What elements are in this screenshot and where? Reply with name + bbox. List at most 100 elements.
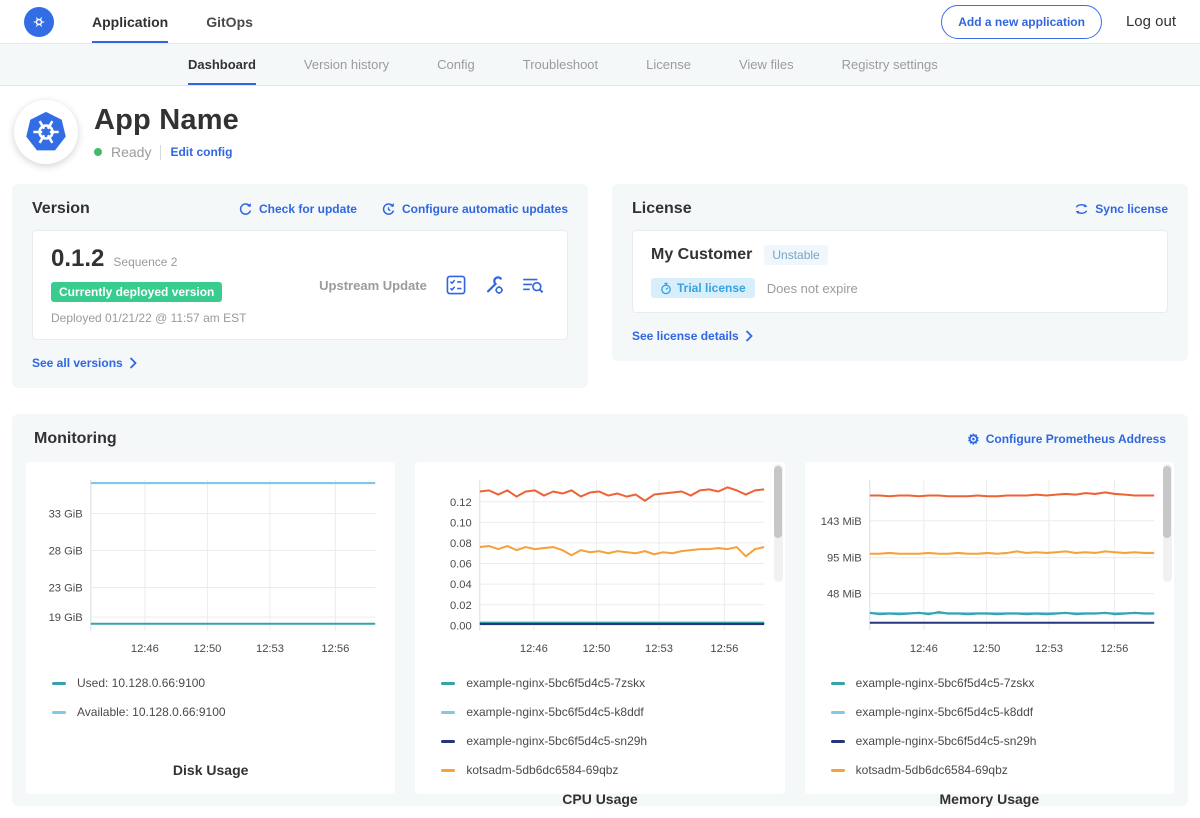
legend-item[interactable]: kotsadm-5db6dc6584-69qbz <box>831 756 1162 785</box>
legend-label: example-nginx-5bc6f5d4c5-sn29h <box>856 734 1037 748</box>
version-panel-head: Version Check for update Configure au <box>32 200 568 218</box>
svg-text:143 MiB: 143 MiB <box>820 516 861 528</box>
tab-troubleshoot[interactable]: Troubleshoot <box>523 44 598 85</box>
svg-text:12:56: 12:56 <box>321 643 349 655</box>
legend-item[interactable]: example-nginx-5bc6f5d4c5-7zskx <box>831 669 1162 698</box>
svg-text:48 MiB: 48 MiB <box>827 589 862 601</box>
cpu-usage-chart: 0.120.100.080.060.040.020.0012:4612:5012… <box>427 472 772 661</box>
kubernetes-logo-icon[interactable] <box>24 7 54 37</box>
legend-item[interactable]: example-nginx-5bc6f5d4c5-k8ddf <box>831 698 1162 727</box>
memory-usage-chart-card: 143 MiB95 MiB48 MiB12:4612:5012:5312:56 … <box>805 462 1174 794</box>
legend-item[interactable]: example-nginx-5bc6f5d4c5-sn29h <box>831 727 1162 756</box>
svg-text:12:53: 12:53 <box>645 643 673 655</box>
app-status-row: Ready Edit config <box>94 144 239 160</box>
tab-view-files[interactable]: View files <box>739 44 794 85</box>
memory-usage-chart: 143 MiB 95 MiB 48 MiB 12:46 12:50 12:53 12:56 <box>817 472 1162 661</box>
tab-license[interactable]: License <box>646 44 691 85</box>
cards-row: Version Check for update Configure au <box>0 184 1200 388</box>
version-panel: Version Check for update Configure au <box>12 184 588 388</box>
configure-prometheus-link[interactable]: ⚙ Configure Prometheus Address <box>967 432 1166 446</box>
svg-text:0.08: 0.08 <box>450 538 472 550</box>
svg-text:12:50: 12:50 <box>972 643 1000 655</box>
license-panel-head: License Sync license <box>632 200 1168 218</box>
tab-gitops[interactable]: GitOps <box>206 0 253 43</box>
svg-text:12:56: 12:56 <box>711 643 739 655</box>
legend-dash <box>441 711 455 714</box>
charts-row: 33 GiB28 GiB23 GiB19 GiB12:4612:5012:531… <box>26 462 1174 794</box>
app-sub-nav: Dashboard Version history Config Trouble… <box>0 44 1200 86</box>
legend-label: Used: 10.128.0.66:9100 <box>77 676 205 690</box>
legend-item[interactable]: Available: 10.128.0.66:9100 <box>52 698 383 727</box>
license-panel: License Sync license My Customer Unstabl… <box>612 184 1188 361</box>
trial-license-badge: Trial license <box>651 278 755 298</box>
ready-status-text: Ready <box>111 144 151 160</box>
svg-text:28 GiB: 28 GiB <box>49 546 83 558</box>
preflight-checklist-icon[interactable] <box>445 274 467 296</box>
legend-label: Available: 10.128.0.66:9100 <box>77 705 226 719</box>
version-info: 0.1.2 Sequence 2 Currently deployed vers… <box>51 245 301 325</box>
svg-text:95 MiB: 95 MiB <box>827 553 862 565</box>
legend-item[interactable]: example-nginx-5bc6f5d4c5-k8ddf <box>441 698 772 727</box>
legend-item[interactable]: Used: 10.128.0.66:9100 <box>52 669 383 698</box>
legend-label: example-nginx-5bc6f5d4c5-7zskx <box>856 676 1035 690</box>
add-application-button[interactable]: Add a new application <box>941 5 1102 39</box>
tab-dashboard[interactable]: Dashboard <box>188 44 256 85</box>
license-type-row: Trial license Does not expire <box>651 278 1149 298</box>
chevron-right-icon <box>745 330 753 342</box>
legend-scrollbar[interactable] <box>774 464 783 582</box>
tab-registry-settings[interactable]: Registry settings <box>842 44 938 85</box>
version-panel-links: Check for update Configure automatic upd… <box>238 202 568 217</box>
monitoring-panel: Monitoring ⚙ Configure Prometheus Addres… <box>12 414 1188 806</box>
legend-dash <box>831 769 845 772</box>
logout-button[interactable]: Log out <box>1126 13 1176 30</box>
topnav-right: Add a new application Log out <box>941 0 1176 43</box>
tab-config[interactable]: Config <box>437 44 475 85</box>
svg-text:12:56: 12:56 <box>1100 643 1128 655</box>
cpu-usage-legend: example-nginx-5bc6f5d4c5-7zskx example-ng… <box>427 669 772 785</box>
page-title: App Name <box>94 104 239 137</box>
edit-config-link[interactable]: Edit config <box>170 145 232 159</box>
app-header-text: App Name Ready Edit config <box>94 104 239 160</box>
see-license-details-link[interactable]: See license details <box>632 329 753 343</box>
svg-text:19 GiB: 19 GiB <box>49 612 83 624</box>
legend-label: example-nginx-5bc6f5d4c5-k8ddf <box>466 705 643 719</box>
svg-text:12:46: 12:46 <box>910 643 938 655</box>
legend-scrollbar[interactable] <box>1163 464 1172 582</box>
scrollbar-thumb[interactable] <box>774 466 782 538</box>
see-all-versions-link[interactable]: See all versions <box>32 356 137 370</box>
sync-arrows-icon <box>1074 202 1089 216</box>
scrollbar-thumb[interactable] <box>1163 466 1171 538</box>
legend-dash <box>831 740 845 743</box>
disk-usage-chart-card: 33 GiB28 GiB23 GiB19 GiB12:4612:5012:531… <box>26 462 395 794</box>
tab-application[interactable]: Application <box>92 0 168 43</box>
see-license-details-label: See license details <box>632 329 739 343</box>
cpu-usage-chart-card: 0.120.100.080.060.040.020.0012:4612:5012… <box>415 462 784 794</box>
legend-item[interactable]: example-nginx-5bc6f5d4c5-sn29h <box>441 727 772 756</box>
topnav-spacer <box>253 0 941 43</box>
check-for-update-link[interactable]: Check for update <box>238 202 357 217</box>
gear-icon: ⚙ <box>967 432 980 446</box>
sync-license-label: Sync license <box>1095 202 1168 216</box>
tab-version-history[interactable]: Version history <box>304 44 389 85</box>
legend-item[interactable]: example-nginx-5bc6f5d4c5-7zskx <box>441 669 772 698</box>
deployed-status-badge: Currently deployed version <box>51 282 222 302</box>
legend-label: example-nginx-5bc6f5d4c5-sn29h <box>466 734 647 748</box>
disk-usage-chart: 33 GiB28 GiB23 GiB19 GiB12:4612:5012:531… <box>38 472 383 661</box>
version-sequence: Sequence 2 <box>113 255 177 269</box>
svg-text:33 GiB: 33 GiB <box>49 509 83 521</box>
legend-label: kotsadm-5db6dc6584-69qbz <box>856 763 1008 777</box>
svg-text:12:53: 12:53 <box>1035 643 1063 655</box>
view-diff-icon[interactable] <box>521 274 545 296</box>
legend-dash <box>831 711 845 714</box>
app-avatar <box>14 100 78 164</box>
topnav-tabs: Application GitOps <box>92 0 253 43</box>
chart-title: Disk Usage <box>38 756 383 778</box>
legend-item[interactable]: kotsadm-5db6dc6584-69qbz <box>441 756 772 785</box>
sync-license-link[interactable]: Sync license <box>1074 202 1168 216</box>
config-wrench-icon[interactable] <box>483 274 505 296</box>
configure-auto-updates-link[interactable]: Configure automatic updates <box>381 202 568 217</box>
current-version-card: 0.1.2 Sequence 2 Currently deployed vers… <box>32 230 568 340</box>
svg-text:0.02: 0.02 <box>450 600 472 612</box>
disk-usage-legend: Used: 10.128.0.66:9100 Available: 10.128.… <box>38 669 383 756</box>
svg-text:0.04: 0.04 <box>450 579 472 591</box>
